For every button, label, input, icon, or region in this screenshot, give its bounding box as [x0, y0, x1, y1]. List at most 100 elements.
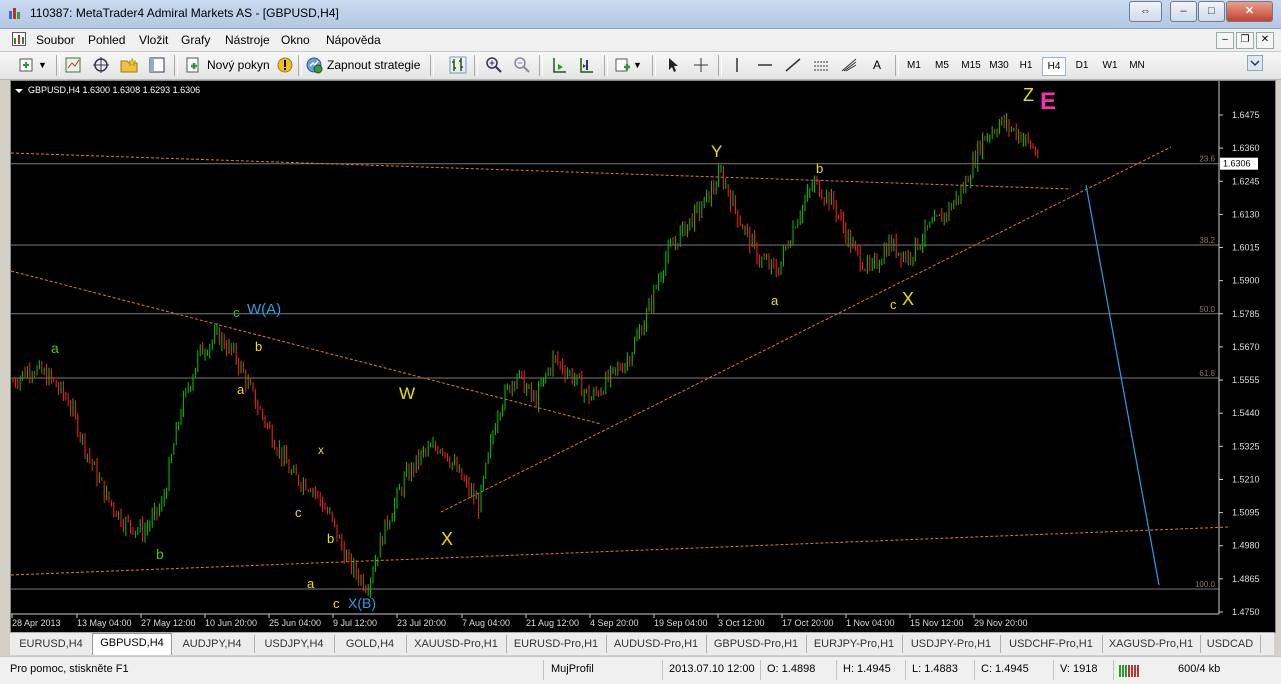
restore-tile-button[interactable]: ⇔	[1129, 1, 1162, 22]
timeframe-mn[interactable]: MN	[1126, 57, 1148, 74]
trendline-support[interactable]	[440, 146, 1172, 513]
menu-soubor[interactable]: Soubor	[36, 33, 75, 47]
zoom-in-icon[interactable]	[485, 56, 503, 74]
warning-icon[interactable]	[276, 56, 294, 74]
chart-canvas[interactable]: 23.6 38.2 50.0 61.8 100.0 a b c W(A) b a x c b a c X(B)…	[11, 81, 1275, 632]
auto-scroll-icon[interactable]	[550, 56, 568, 74]
chart-tab[interactable]: AUDUSD-Pro,H1	[606, 635, 707, 653]
dropdown-arrow-icon[interactable]: ▼	[38, 55, 47, 75]
menu-nastroje[interactable]: Nástroje	[225, 33, 270, 47]
wave-label[interactable]: b	[255, 339, 262, 354]
bar-chart-icon[interactable]	[449, 56, 467, 74]
price-tick-label: 1.5325	[1232, 441, 1260, 451]
timeframe-m15[interactable]: M15	[959, 57, 983, 74]
folder-star-icon[interactable]	[120, 56, 138, 74]
timeframe-m30[interactable]: M30	[987, 57, 1011, 74]
time-tick-label: 15 Nov 12:00	[910, 618, 964, 628]
timeframe-h1[interactable]: H1	[1015, 57, 1037, 74]
equidistant-channel-icon[interactable]	[812, 56, 830, 74]
trendline-falling[interactable]	[11, 270, 602, 425]
trendline-upper[interactable]	[11, 152, 1072, 190]
menu-pohled[interactable]: Pohled	[88, 33, 125, 47]
wave-label[interactable]: c	[295, 505, 302, 520]
horizontal-line-icon[interactable]	[756, 56, 774, 74]
wave-label[interactable]: a	[771, 293, 779, 308]
timeframe-m1[interactable]: M1	[903, 57, 925, 74]
chart-tab[interactable]: XAUUSD-Pro,H1	[406, 635, 507, 653]
mdi-close-button[interactable]: ✕	[1256, 32, 1274, 49]
chart-tab[interactable]: USDCAD	[1200, 635, 1261, 653]
chart-tab[interactable]: EURJPY-Pro,H1	[806, 635, 903, 653]
status-time: 2013.07.10 12:00	[669, 663, 755, 675]
wave-label[interactable]: X	[441, 529, 453, 549]
new-order-icon[interactable]	[184, 56, 202, 74]
cursor-icon[interactable]	[664, 56, 682, 74]
crosshair-icon[interactable]	[692, 56, 710, 74]
chart-tab[interactable]: USDJPY-Pro,H1	[902, 635, 1001, 653]
wave-label[interactable]: Z	[1023, 85, 1034, 105]
menu-okno[interactable]: Okno	[281, 33, 310, 47]
wave-label[interactable]: c	[333, 596, 340, 611]
chart-shift-icon[interactable]	[577, 56, 595, 74]
chart-tab[interactable]: EURUSD,H4	[10, 635, 93, 653]
time-tick-label: 28 Apr 2013	[12, 618, 61, 628]
wave-label[interactable]: E	[1040, 88, 1056, 115]
menu-vlozit[interactable]: Vložit	[139, 33, 168, 47]
autotrading-icon[interactable]	[305, 56, 323, 74]
chart-tab[interactable]: USDJPY,H4	[254, 635, 335, 653]
zoom-out-icon[interactable]	[513, 56, 531, 74]
price-tick-label: 1.5670	[1232, 342, 1260, 352]
fibonacci-icon[interactable]	[840, 56, 858, 74]
wave-label[interactable]: x	[318, 443, 324, 457]
chart-menu-triangle-icon[interactable]	[15, 89, 23, 93]
wave-label[interactable]: c	[890, 297, 897, 312]
autotrading-button[interactable]: Zapnout strategie	[327, 55, 420, 75]
wave-label[interactable]: a	[237, 382, 245, 397]
chart-tab[interactable]: GOLD,H4	[334, 635, 407, 653]
wave-label[interactable]: b	[327, 531, 334, 546]
wave-label[interactable]: a	[307, 576, 315, 591]
timeframe-m5[interactable]: M5	[931, 57, 953, 74]
new-chart-icon[interactable]	[18, 56, 36, 74]
chart-tab[interactable]: AUDJPY,H4	[170, 635, 255, 653]
wave-label[interactable]: Y	[711, 142, 722, 161]
chart-tab[interactable]: GBPUSD-Pro,H1	[706, 635, 807, 653]
mdi-restore-button[interactable]: ❐	[1236, 32, 1254, 49]
price-chart[interactable]: 23.6 38.2 50.0 61.8 100.0 a b c W(A) b a x c b a c X(B)…	[10, 80, 1276, 633]
maximize-button[interactable]: □	[1198, 1, 1225, 22]
mdi-minimize-button[interactable]: –	[1216, 32, 1234, 49]
new-order-button[interactable]: Nový pokyn	[207, 55, 270, 75]
timeframe-d1[interactable]: D1	[1071, 57, 1093, 74]
wave-label[interactable]: b	[156, 546, 164, 562]
menu-napoveda[interactable]: Nápověda	[326, 33, 381, 47]
wave-label[interactable]: c	[233, 305, 240, 320]
chart-tab[interactable]: GBPUSD,H4	[92, 633, 172, 655]
chart-tab[interactable]: EURUSD-Pro,H1	[506, 635, 607, 653]
wave-label[interactable]: X(B)	[348, 595, 376, 611]
wave-label[interactable]: W(A)	[247, 301, 281, 318]
minimize-button[interactable]: –	[1170, 1, 1197, 22]
toolbar-overflow-icon[interactable]	[1247, 55, 1263, 71]
wave-label[interactable]: W	[399, 384, 415, 403]
chart-tab[interactable]: USDCHF-Pro,H1	[1000, 635, 1103, 653]
chart-window-icon[interactable]	[12, 32, 26, 46]
indicators-icon[interactable]	[614, 56, 632, 74]
trendline-lower[interactable]	[11, 526, 1230, 576]
terminal-window-icon[interactable]	[148, 56, 166, 74]
connection-bars-icon	[1119, 665, 1139, 677]
indicators-dropdown-icon[interactable]: ▼	[633, 55, 642, 75]
market-watch-icon[interactable]	[64, 56, 82, 74]
wave-label[interactable]: a	[51, 340, 59, 356]
timeframe-w1[interactable]: W1	[1099, 57, 1121, 74]
time-tick-label: 27 May 12:00	[141, 618, 196, 628]
text-tool-button[interactable]: A	[873, 55, 881, 75]
trendline-icon[interactable]	[784, 56, 802, 74]
wave-label[interactable]: X	[902, 289, 914, 309]
crosshair-navigator-icon[interactable]	[92, 56, 110, 74]
vertical-line-icon[interactable]	[728, 56, 746, 74]
wave-label[interactable]: b	[816, 161, 823, 176]
chart-tab[interactable]: XAGUSD-Pro,H1	[1102, 635, 1201, 653]
timeframe-h4[interactable]: H4	[1042, 57, 1066, 76]
menu-grafy[interactable]: Grafy	[181, 33, 210, 47]
close-button[interactable]: ✕	[1226, 1, 1273, 22]
